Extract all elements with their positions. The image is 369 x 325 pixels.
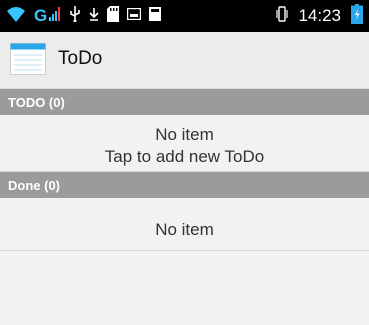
section-header-todo: TODO (0)	[0, 89, 369, 115]
download-icon	[89, 7, 99, 26]
section-header-todo-label: TODO (0)	[8, 95, 65, 110]
app-bar: ToDo	[0, 32, 369, 89]
app-title: ToDo	[58, 48, 103, 69]
signal-icon	[49, 5, 61, 27]
status-bar: G 14:23	[0, 0, 369, 32]
todo-empty-message: No item	[155, 125, 214, 144]
battery-icon	[351, 3, 363, 29]
network-type: G	[34, 5, 61, 27]
divider	[0, 250, 369, 251]
clock: 14:23	[298, 6, 341, 25]
sd-card-icon	[107, 5, 120, 27]
vibrate-icon	[276, 5, 289, 27]
storage-icon	[149, 6, 162, 26]
tap-to-add-todo[interactable]: Tap to add new ToDo	[0, 147, 369, 167]
section-header-done: Done (0)	[0, 172, 369, 198]
usb-icon	[69, 5, 81, 27]
app-notepad-icon[interactable]	[10, 43, 46, 75]
done-empty-message: No item	[155, 220, 214, 239]
image-icon	[127, 7, 142, 25]
wifi-icon	[6, 5, 26, 28]
section-header-done-label: Done (0)	[8, 178, 60, 193]
